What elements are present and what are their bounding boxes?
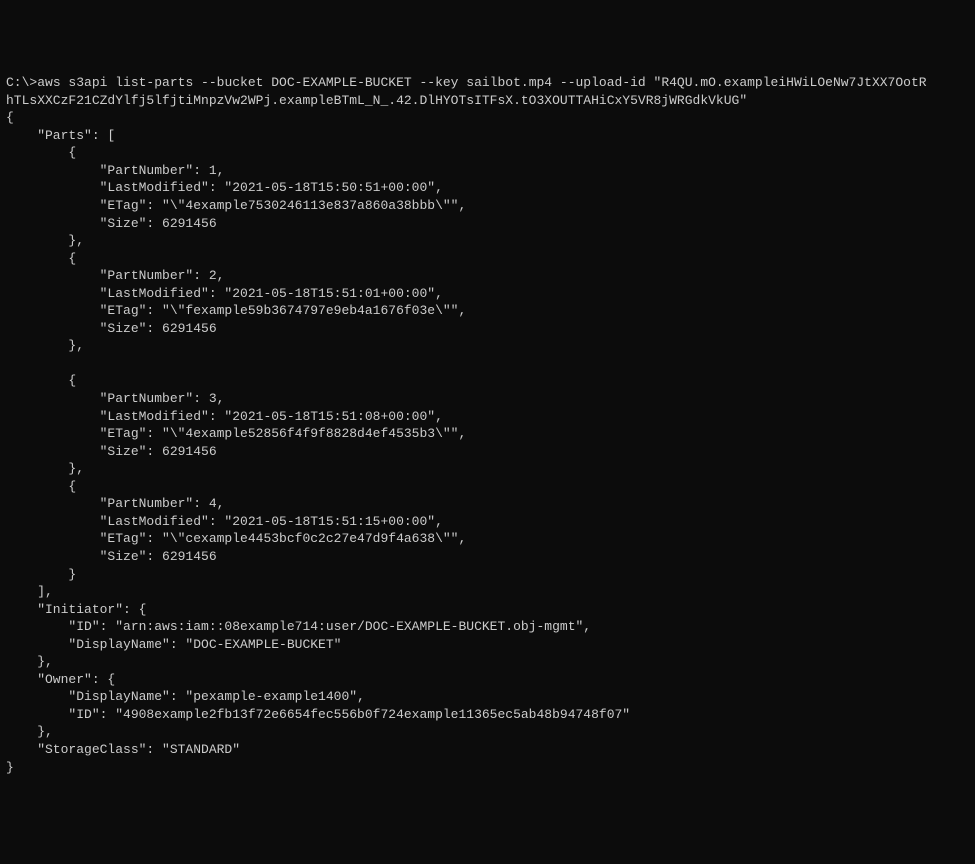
part-close: }, (6, 461, 84, 476)
command-line-2: hTLsXXCzF21CZdYlfj5lfjtiMnpzVw2WPj.examp… (6, 93, 747, 108)
part-etag: "ETag": "\"cexample4453bcf0c2c27e47d9f4a… (6, 531, 466, 546)
parts-close: ], (6, 584, 53, 599)
part-open: { (6, 373, 76, 388)
part-open: { (6, 145, 76, 160)
part-etag: "ETag": "\"4example7530246113e837a860a38… (6, 198, 466, 213)
json-close-brace: } (6, 760, 14, 775)
part-lastmodified: "LastModified": "2021-05-18T15:50:51+00:… (6, 180, 443, 195)
part-size: "Size": 6291456 (6, 549, 217, 564)
part-lastmodified: "LastModified": "2021-05-18T15:51:01+00:… (6, 286, 443, 301)
part-size: "Size": 6291456 (6, 444, 217, 459)
part-lastmodified: "LastModified": "2021-05-18T15:51:08+00:… (6, 409, 443, 424)
part-number: "PartNumber": 4, (6, 496, 224, 511)
part-number: "PartNumber": 2, (6, 268, 224, 283)
owner-close: }, (6, 724, 53, 739)
initiator-displayname: "DisplayName": "DOC-EXAMPLE-BUCKET" (6, 637, 341, 652)
part-number: "PartNumber": 1, (6, 163, 224, 178)
part-lastmodified: "LastModified": "2021-05-18T15:51:15+00:… (6, 514, 443, 529)
part-close: }, (6, 338, 84, 353)
part-size: "Size": 6291456 (6, 216, 217, 231)
part-close: } (6, 567, 76, 582)
terminal-output[interactable]: C:\>aws s3api list-parts --bucket DOC-EX… (6, 74, 969, 776)
initiator-close: }, (6, 654, 53, 669)
json-open-brace: { (6, 110, 14, 125)
owner-open: "Owner": { (6, 672, 115, 687)
initiator-open: "Initiator": { (6, 602, 146, 617)
parts-key: "Parts": [ (6, 128, 115, 143)
owner-id: "ID": "4908example2fb13f72e6654fec556b0f… (6, 707, 630, 722)
initiator-id: "ID": "arn:aws:iam::08example714:user/DO… (6, 619, 591, 634)
part-size: "Size": 6291456 (6, 321, 217, 336)
part-number: "PartNumber": 3, (6, 391, 224, 406)
part-open: { (6, 479, 76, 494)
prompt: C:\> (6, 75, 37, 90)
storage-class: "StorageClass": "STANDARD" (6, 742, 240, 757)
command-line-1: aws s3api list-parts --bucket DOC-EXAMPL… (37, 75, 926, 90)
part-close: }, (6, 233, 84, 248)
owner-displayname: "DisplayName": "pexample-example1400", (6, 689, 365, 704)
part-etag: "ETag": "\"fexample59b3674797e9eb4a1676f… (6, 303, 466, 318)
part-open: { (6, 251, 76, 266)
part-etag: "ETag": "\"4example52856f4f9f8828d4ef453… (6, 426, 466, 441)
